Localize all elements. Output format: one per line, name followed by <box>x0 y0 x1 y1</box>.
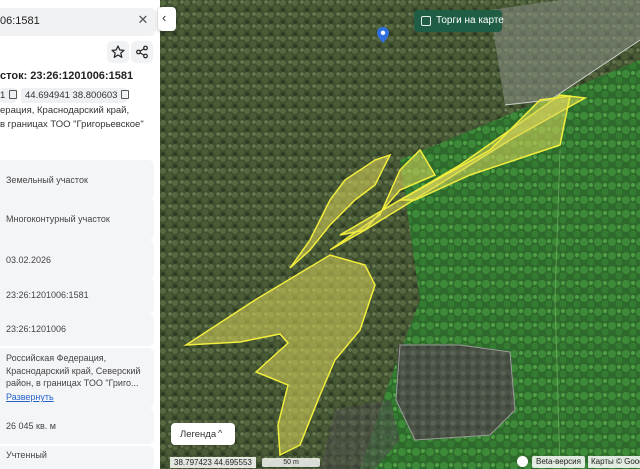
field-value: Многоконтурный участок <box>6 214 110 224</box>
field-cadastral-number: 23:26:1201006:1581 <box>0 278 154 314</box>
search-field[interactable]: 06:1581 ✕ <box>0 8 156 36</box>
address-line: ерация, Краснодарский край, <box>0 105 130 116</box>
collapse-panel-button[interactable]: ‹ <box>158 7 176 31</box>
field-value: Учтенный <box>6 450 47 460</box>
expand-link[interactable]: Развернуть <box>6 392 54 402</box>
cadastral-chip[interactable]: 1 <box>0 88 18 103</box>
legend-button[interactable]: Легенда ^ <box>171 423 235 445</box>
field-line: Краснодарский край, Северский <box>6 365 141 376</box>
location-pin-icon[interactable] <box>377 27 389 43</box>
star-icon <box>111 45 125 58</box>
parcel-title: сток: 23:26:1201006:1581 <box>0 70 134 82</box>
chevron-up-icon: ^ <box>218 428 223 438</box>
field-cadastral-quarter: 23:26:1201006 <box>0 314 154 346</box>
address-text: ерация, Краснодарский край, в границах Т… <box>0 104 144 132</box>
field-object-kind: Многоконтурный участок <box>0 198 154 240</box>
close-icon[interactable]: ✕ <box>136 13 150 27</box>
field-line: Российская Федерация, <box>6 353 107 363</box>
field-value: Земельный участок <box>6 175 88 185</box>
torgi-toggle[interactable]: Торги на карте <box>414 10 504 32</box>
coords-chip[interactable]: 44.694941 38.800603 <box>21 88 130 103</box>
copy-icon[interactable] <box>121 90 130 99</box>
satellite-map[interactable] <box>160 0 640 469</box>
field-value: 26 045 кв. м <box>6 421 56 431</box>
torgi-label: Торги на карте <box>436 15 504 26</box>
map-provider-icon <box>517 456 528 467</box>
field-value-multiline: Российская Федерация, Краснодарский край… <box>6 352 140 390</box>
beta-label: Beta-версия <box>532 456 585 468</box>
legend-label: Легенда <box>180 429 217 440</box>
map-copyright: Карты © Google <box>588 456 640 468</box>
address-line: в границах ТОО "Григорьевское" <box>0 119 144 130</box>
copy-icon[interactable] <box>9 90 18 99</box>
chevron-left-icon: ‹ <box>162 10 167 25</box>
favorite-button[interactable] <box>107 41 129 63</box>
search-input[interactable]: 06:1581 <box>0 15 40 27</box>
field-status: Учтенный <box>0 446 154 469</box>
field-area: 26 045 кв. м <box>0 408 154 444</box>
parcel-contour-upper-left <box>289 153 392 269</box>
field-date: 03.02.2026 <box>0 240 154 280</box>
scale-bar: 50 m <box>262 458 320 467</box>
field-value: 03.02.2026 <box>6 255 52 265</box>
parcel-contours[interactable] <box>160 0 640 469</box>
checkbox-icon[interactable] <box>421 16 431 26</box>
parcel-info-panel: 06:1581 ✕ сток: 23:26:1201006:1581 1 44.… <box>0 0 160 469</box>
coords-chip-label: 44.694941 38.800603 <box>25 90 118 101</box>
cadastral-chip-label: 1 <box>0 90 6 101</box>
share-button[interactable] <box>131 41 153 63</box>
cursor-coordinates: 38.797423 44.695553 <box>170 457 256 468</box>
field-value: 23:26:1201006 <box>6 324 67 334</box>
share-icon <box>136 45 148 59</box>
field-line: район, в границах ТОО "Григо... <box>6 378 139 388</box>
field-object-type: Земельный участок <box>0 160 154 200</box>
field-value: 23:26:1201006:1581 <box>6 290 89 300</box>
